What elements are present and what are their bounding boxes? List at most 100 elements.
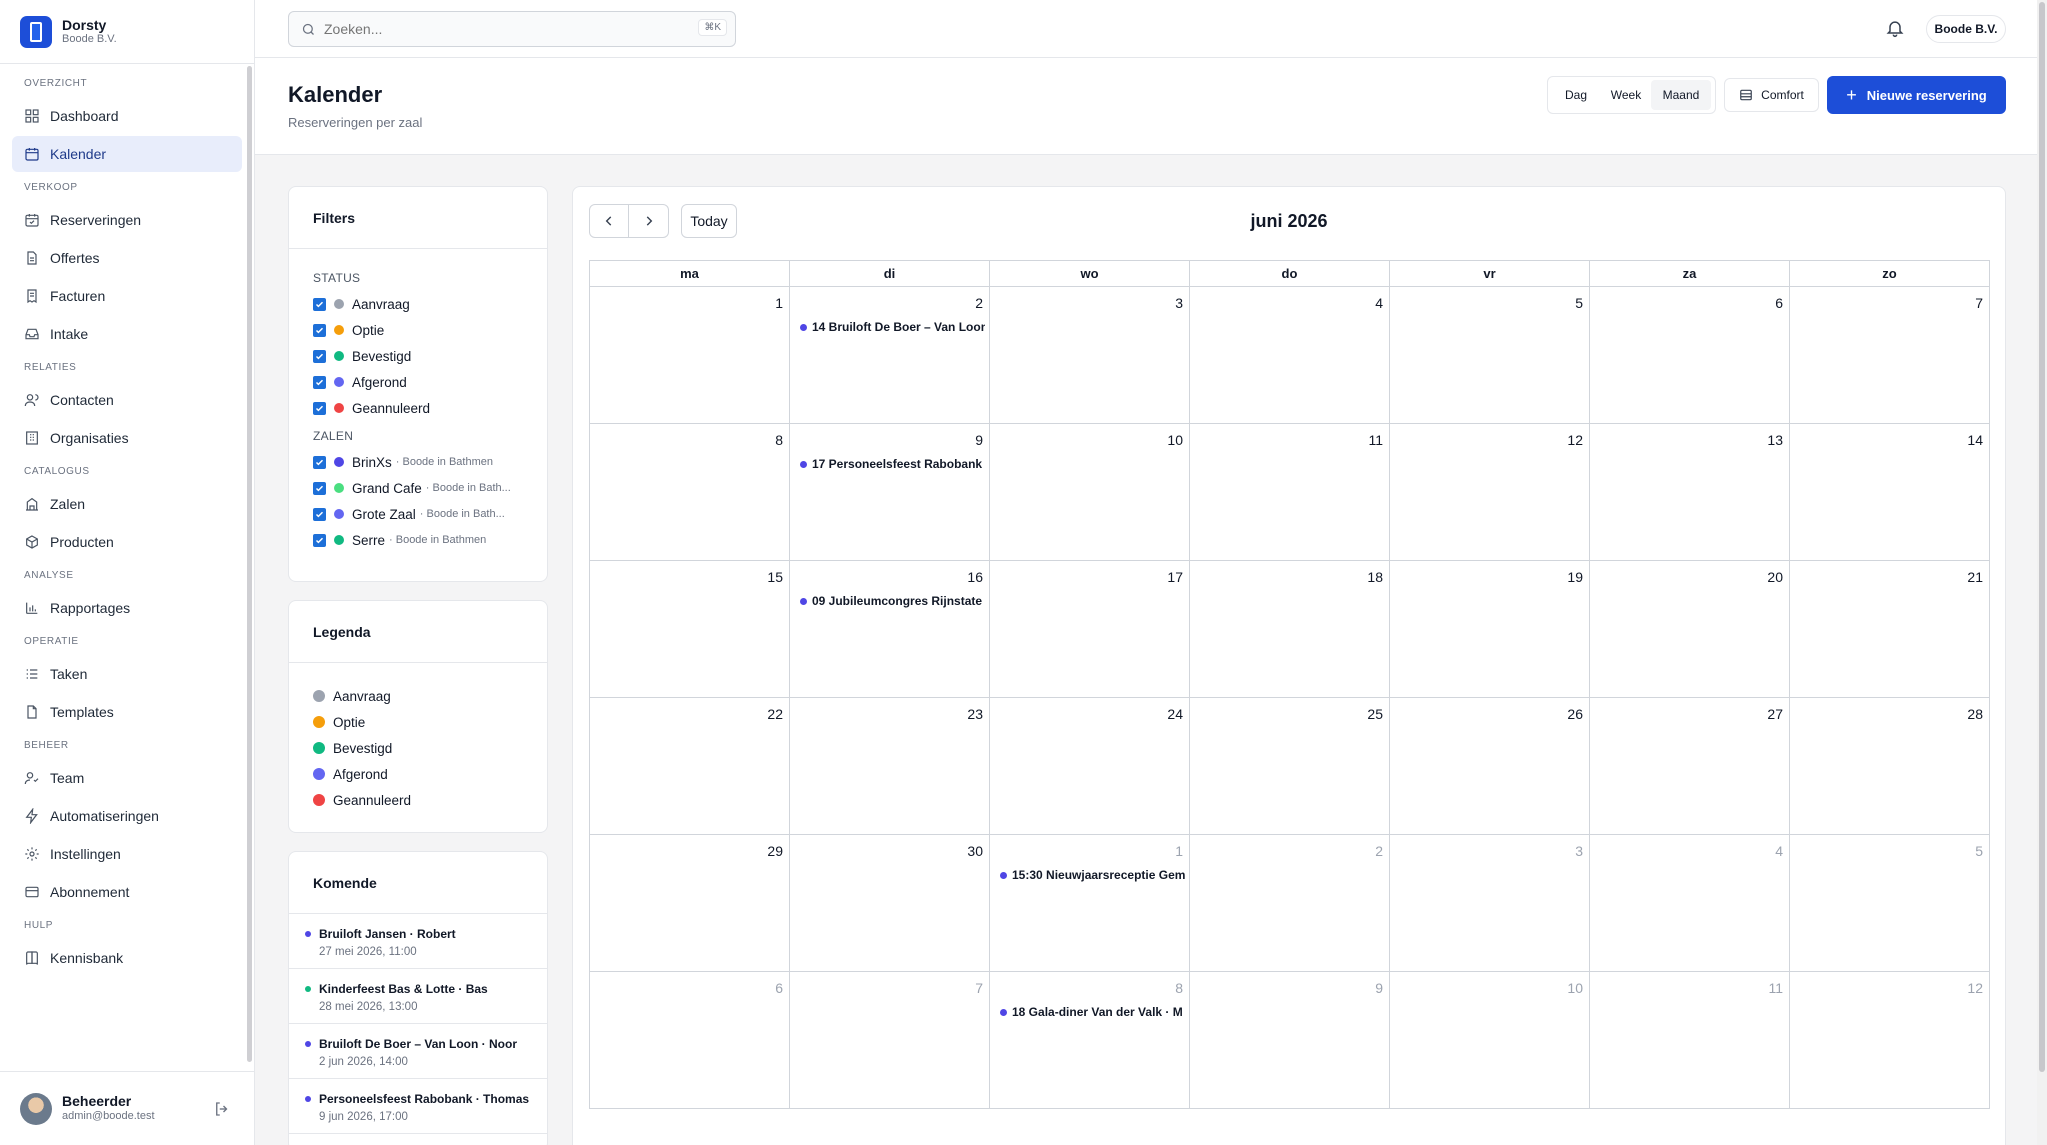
calendar-event[interactable]: 15:30 Nieuwjaarsreceptie Gem: [1000, 868, 1185, 882]
sidebar-item-intake[interactable]: Intake: [12, 316, 242, 352]
day-cell[interactable]: 8: [590, 424, 790, 561]
day-cell[interactable]: 2 14 Bruiloft De Boer – Van Loon: [790, 287, 990, 424]
day-cell[interactable]: 1: [590, 287, 790, 424]
sidebar-item-reserveringen[interactable]: Reserveringen: [12, 202, 242, 238]
status-filter-row[interactable]: Optie: [289, 317, 547, 343]
day-cell[interactable]: 19: [1390, 561, 1590, 698]
view-maand-button[interactable]: Maand: [1651, 80, 1711, 110]
day-cell[interactable]: 10: [1390, 972, 1590, 1109]
sidebar-item-team[interactable]: Team: [12, 760, 242, 796]
sidebar-item-contacten[interactable]: Contacten: [12, 382, 242, 418]
sidebar-item-kennisbank[interactable]: Kennisbank: [12, 940, 242, 976]
day-cell[interactable]: 2: [1190, 835, 1390, 972]
calendar-event[interactable]: 14 Bruiloft De Boer – Van Loon: [800, 320, 985, 334]
day-cell[interactable]: 3: [990, 287, 1190, 424]
sidebar-item-automatiseringen[interactable]: Automatiseringen: [12, 798, 242, 834]
new-reservation-button[interactable]: + Nieuwe reservering: [1827, 76, 2006, 114]
sidebar-item-organisaties[interactable]: Organisaties: [12, 420, 242, 456]
logout-icon[interactable]: [213, 1100, 231, 1118]
day-cell[interactable]: 26: [1390, 698, 1590, 835]
status-filter-row[interactable]: Bevestigd: [289, 343, 547, 369]
checkbox[interactable]: [313, 349, 326, 363]
calendar-event[interactable]: 18 Gala-diner Van der Valk · M: [1000, 1005, 1185, 1019]
checkbox[interactable]: [313, 375, 326, 389]
sidebar-item-kalender[interactable]: Kalender: [12, 136, 242, 172]
status-filter-row[interactable]: Geannuleerd: [289, 395, 547, 421]
sidebar-item-dashboard[interactable]: Dashboard: [12, 98, 242, 134]
day-cell[interactable]: 28: [1790, 698, 1990, 835]
upcoming-item[interactable]: Kinderfeest Bas & Lotte · Bas 28 mei 202…: [289, 969, 547, 1024]
day-cell[interactable]: 5: [1790, 835, 1990, 972]
day-cell[interactable]: 13: [1590, 424, 1790, 561]
status-filter-row[interactable]: Aanvraag: [289, 291, 547, 317]
sidebar-item-offertes[interactable]: Offertes: [12, 240, 242, 276]
day-cell[interactable]: 25: [1190, 698, 1390, 835]
day-cell[interactable]: 22: [590, 698, 790, 835]
sidebar-item-abonnement[interactable]: Abonnement: [12, 874, 242, 910]
day-cell[interactable]: 11: [1590, 972, 1790, 1109]
day-cell[interactable]: 15: [590, 561, 790, 698]
sidebar-item-facturen[interactable]: Facturen: [12, 278, 242, 314]
status-filter-row[interactable]: Afgerond: [289, 369, 547, 395]
upcoming-item[interactable]: Bruiloft De Boer – Van Loon · Noor 2 jun…: [289, 1024, 547, 1079]
checkbox[interactable]: [313, 323, 326, 337]
checkbox[interactable]: [313, 455, 326, 469]
day-cell[interactable]: 9: [1190, 972, 1390, 1109]
day-cell[interactable]: 12: [1390, 424, 1590, 561]
day-cell[interactable]: 16 09 Jubileumcongres Rijnstate 2: [790, 561, 990, 698]
day-cell[interactable]: 6: [1590, 287, 1790, 424]
upcoming-item[interactable]: Personeelsfeest Rabobank · Thomas 9 jun …: [289, 1079, 547, 1134]
day-cell[interactable]: 10: [990, 424, 1190, 561]
day-cell[interactable]: 20: [1590, 561, 1790, 698]
sidebar-item-producten[interactable]: Producten: [12, 524, 242, 560]
checkbox[interactable]: [313, 297, 326, 311]
bell-icon[interactable]: [1885, 18, 1905, 38]
view-dag-button[interactable]: Dag: [1551, 80, 1601, 110]
day-cell[interactable]: 29: [590, 835, 790, 972]
density-button[interactable]: Comfort: [1724, 78, 1819, 112]
search-box[interactable]: ⌘K: [288, 11, 736, 47]
calendar-event[interactable]: 09 Jubileumcongres Rijnstate 2: [800, 594, 985, 608]
day-cell[interactable]: 4: [1190, 287, 1390, 424]
day-cell[interactable]: 7: [790, 972, 990, 1109]
view-week-button[interactable]: Week: [1601, 80, 1651, 110]
page-scrollbar[interactable]: [2037, 0, 2047, 1145]
checkbox[interactable]: [313, 481, 326, 495]
day-cell[interactable]: 9 17 Personeelsfeest Rabobank ·: [790, 424, 990, 561]
sidebar-item-templates[interactable]: Templates: [12, 694, 242, 730]
day-cell[interactable]: 8 18 Gala-diner Van der Valk · M: [990, 972, 1190, 1109]
day-cell[interactable]: 1 15:30 Nieuwjaarsreceptie Gem: [990, 835, 1190, 972]
search-input[interactable]: [324, 21, 684, 37]
sidebar-item-zalen[interactable]: Zalen: [12, 486, 242, 522]
checkbox[interactable]: [313, 507, 326, 521]
day-cell[interactable]: 21: [1790, 561, 1990, 698]
day-cell[interactable]: 11: [1190, 424, 1390, 561]
checkbox[interactable]: [313, 401, 326, 415]
zaal-filter-row[interactable]: BrinXs · Boode in Bathmen: [289, 449, 547, 475]
day-cell[interactable]: 30: [790, 835, 990, 972]
calendar-event[interactable]: 17 Personeelsfeest Rabobank ·: [800, 457, 985, 471]
zaal-filter-row[interactable]: Grand Cafe · Boode in Bath...: [289, 475, 547, 501]
checkbox[interactable]: [313, 533, 326, 547]
day-cell[interactable]: 17: [990, 561, 1190, 698]
day-cell[interactable]: 27: [1590, 698, 1790, 835]
day-cell[interactable]: 18: [1190, 561, 1390, 698]
day-cell[interactable]: 23: [790, 698, 990, 835]
sidebar-item-instellingen[interactable]: Instellingen: [12, 836, 242, 872]
day-cell[interactable]: 4: [1590, 835, 1790, 972]
avatar[interactable]: [20, 1092, 52, 1125]
org-switcher[interactable]: Boode B.V.: [1926, 15, 2006, 43]
day-cell[interactable]: 5: [1390, 287, 1590, 424]
day-cell[interactable]: 12: [1790, 972, 1990, 1109]
day-cell[interactable]: 3: [1390, 835, 1590, 972]
sidebar-item-taken[interactable]: Taken: [12, 656, 242, 692]
upcoming-item[interactable]: Bruiloft Jansen · Robert 27 mei 2026, 11…: [289, 914, 547, 969]
zaal-filter-row[interactable]: Serre · Boode in Bathmen: [289, 527, 547, 553]
day-cell[interactable]: 24: [990, 698, 1190, 835]
day-cell[interactable]: 6: [590, 972, 790, 1109]
sidebar-item-rapportages[interactable]: Rapportages: [12, 590, 242, 626]
zaal-filter-row[interactable]: Grote Zaal · Boode in Bath...: [289, 501, 547, 527]
day-cell[interactable]: 7: [1790, 287, 1990, 424]
day-cell[interactable]: 14: [1790, 424, 1990, 561]
sidebar-scrollbar[interactable]: [247, 66, 252, 1062]
